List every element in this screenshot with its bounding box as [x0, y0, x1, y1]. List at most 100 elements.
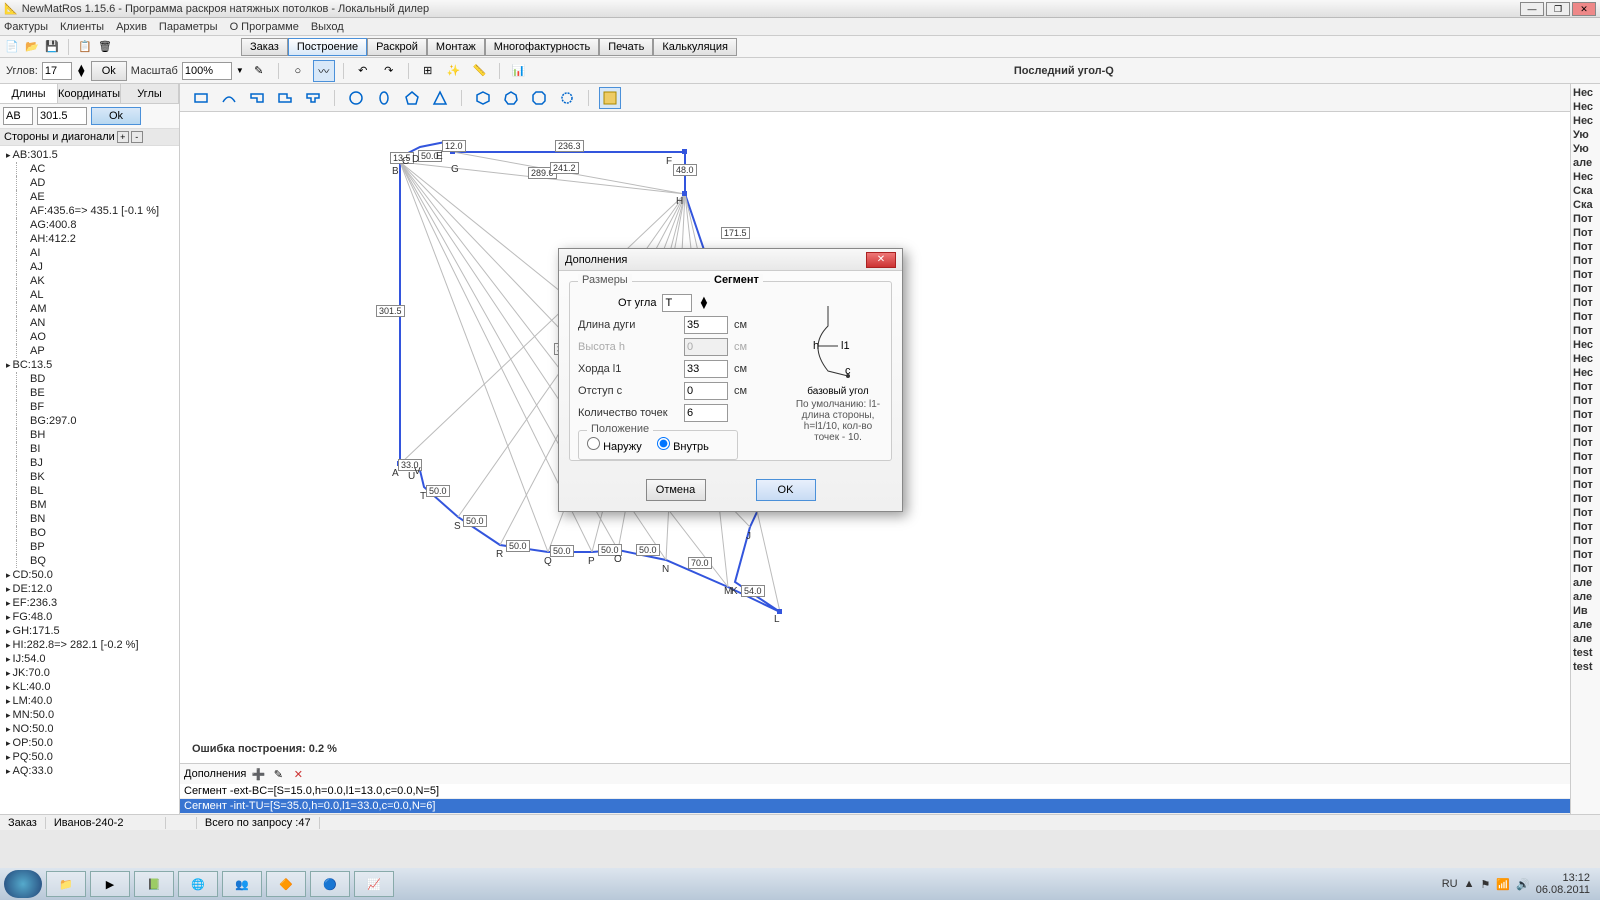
tree-item[interactable]: AN	[2, 316, 177, 330]
right-list-item[interactable]: Нес	[1571, 352, 1600, 366]
right-list-item[interactable]: Ую	[1571, 128, 1600, 142]
clock[interactable]: 13:12 06.08.2011	[1536, 872, 1590, 896]
tree-item[interactable]: DE:12.0	[2, 582, 177, 596]
add-addition-icon[interactable]: ➕	[250, 766, 266, 782]
right-list-item[interactable]: Пот	[1571, 380, 1600, 394]
right-list-item[interactable]: Ив	[1571, 604, 1600, 618]
ellipse-icon[interactable]	[373, 87, 395, 109]
edit-icon[interactable]: ✎	[248, 60, 270, 82]
right-list-item[interactable]: Пот	[1571, 506, 1600, 520]
cancel-button[interactable]: Отмена	[646, 479, 706, 501]
tree-item[interactable]: PQ:50.0	[2, 750, 177, 764]
tree-item[interactable]: HI:282.8=> 282.1 [-0.2 %]	[2, 638, 177, 652]
right-list-item[interactable]: Пот	[1571, 394, 1600, 408]
tree-item[interactable]: BF	[2, 400, 177, 414]
tree-item[interactable]: KL:40.0	[2, 680, 177, 694]
tree-item[interactable]: EF:236.3	[2, 596, 177, 610]
undo-icon[interactable]: ↶	[352, 60, 374, 82]
corner-rect-icon[interactable]	[246, 87, 268, 109]
chart-icon[interactable]: 📊	[508, 60, 530, 82]
tree-item[interactable]: JK:70.0	[2, 666, 177, 680]
right-list-item[interactable]: Пот	[1571, 520, 1600, 534]
copy-icon[interactable]: 📋	[77, 39, 93, 55]
tree-item[interactable]: BK	[2, 470, 177, 484]
add-icon[interactable]: +	[117, 131, 129, 143]
right-list-item[interactable]: Нес	[1571, 366, 1600, 380]
tree-item[interactable]: BI	[2, 442, 177, 456]
right-list-item[interactable]: але	[1571, 156, 1600, 170]
right-list-item[interactable]: але	[1571, 590, 1600, 604]
rect-icon[interactable]	[190, 87, 212, 109]
right-list-item[interactable]: Пот	[1571, 450, 1600, 464]
tree-item[interactable]: AL	[2, 288, 177, 302]
ie-icon[interactable]: 🌐	[178, 871, 218, 897]
from-corner-input[interactable]	[662, 294, 692, 312]
inside-radio[interactable]: Внутрь	[657, 441, 709, 453]
segment-ok-button[interactable]: Ok	[91, 107, 141, 125]
tree-item[interactable]: AF:435.6=> 435.1 [-0.1 %]	[2, 204, 177, 218]
hexagon-icon[interactable]	[472, 87, 494, 109]
right-list-item[interactable]: Нес	[1571, 86, 1600, 100]
segments-tree[interactable]: AB:301.5ACADAEAF:435.6=> 435.1 [-0.1 %]A…	[0, 146, 179, 814]
close-button[interactable]: ✕	[1572, 2, 1596, 16]
tree-item[interactable]: AO	[2, 330, 177, 344]
tree-item[interactable]: IJ:54.0	[2, 652, 177, 666]
app3-icon[interactable]: 📈	[354, 871, 394, 897]
excel-icon[interactable]: 📗	[134, 871, 174, 897]
tree-item[interactable]: MN:50.0	[2, 708, 177, 722]
scale-combo[interactable]	[182, 62, 232, 80]
right-list-item[interactable]: Пот	[1571, 324, 1600, 338]
dialog-close-button[interactable]: ✕	[866, 252, 896, 268]
right-list-item[interactable]: Ска	[1571, 184, 1600, 198]
flag-icon[interactable]: ⚑	[1480, 878, 1490, 891]
menu-О Программе[interactable]: О Программе	[230, 21, 299, 33]
chord-input[interactable]	[684, 360, 728, 378]
delete-addition-icon[interactable]: ✕	[290, 766, 306, 782]
right-list-item[interactable]: Пот	[1571, 548, 1600, 562]
right-list-item[interactable]: Нес	[1571, 100, 1600, 114]
t-shape-icon[interactable]	[302, 87, 324, 109]
corners-input[interactable]	[42, 62, 72, 80]
right-list-item[interactable]: test	[1571, 660, 1600, 674]
tree-item[interactable]: BC:13.5	[2, 358, 177, 372]
right-list-item[interactable]: Пот	[1571, 562, 1600, 576]
tab-Калькуляция[interactable]: Калькуляция	[653, 38, 737, 56]
right-list-item[interactable]: Пот	[1571, 226, 1600, 240]
polyline-tool-icon[interactable]: 〰	[313, 60, 335, 82]
tab-Печать[interactable]: Печать	[599, 38, 653, 56]
offset-input[interactable]	[684, 382, 728, 400]
segment-value-input[interactable]	[37, 107, 87, 125]
tree-item[interactable]: AJ	[2, 260, 177, 274]
new-icon[interactable]: 📄	[4, 39, 20, 55]
tree-item[interactable]: BE	[2, 386, 177, 400]
right-list-item[interactable]: але	[1571, 632, 1600, 646]
spin-down-icon[interactable]: ▼	[698, 303, 709, 309]
outside-radio[interactable]: Наружу	[587, 441, 642, 453]
menu-Параметры[interactable]: Параметры	[159, 21, 218, 33]
network-icon[interactable]: 👥	[222, 871, 262, 897]
ok-button[interactable]: OK	[756, 479, 816, 501]
circle-tool-icon[interactable]: ○	[287, 60, 309, 82]
grid-icon[interactable]: ⊞	[417, 60, 439, 82]
media-player-icon[interactable]: ▶	[90, 871, 130, 897]
addition-row[interactable]: Сегмент -int-TU=[S=35.0,h=0.0,l1=33.0,c=…	[180, 799, 1570, 814]
redo-icon[interactable]: ↷	[378, 60, 400, 82]
right-list-item[interactable]: Пот	[1571, 492, 1600, 506]
tab-Раскрой[interactable]: Раскрой	[367, 38, 427, 56]
gear-icon[interactable]	[556, 87, 578, 109]
app1-icon[interactable]: 🔶	[266, 871, 306, 897]
menu-Клиенты[interactable]: Клиенты	[60, 21, 104, 33]
remove-icon[interactable]: -	[131, 131, 143, 143]
start-button[interactable]	[4, 870, 42, 898]
tree-item[interactable]: CD:50.0	[2, 568, 177, 582]
tree-item[interactable]: BN	[2, 512, 177, 526]
app2-icon[interactable]: 🔵	[310, 871, 350, 897]
right-list-item[interactable]: Пот	[1571, 296, 1600, 310]
open-icon[interactable]: 📂	[24, 39, 40, 55]
pentagon-icon[interactable]	[401, 87, 423, 109]
arch-icon[interactable]	[218, 87, 240, 109]
right-list-item[interactable]: test	[1571, 646, 1600, 660]
right-list-item[interactable]: Ска	[1571, 198, 1600, 212]
tab-Заказ[interactable]: Заказ	[241, 38, 288, 56]
network-tray-icon[interactable]: 📶	[1496, 878, 1510, 891]
